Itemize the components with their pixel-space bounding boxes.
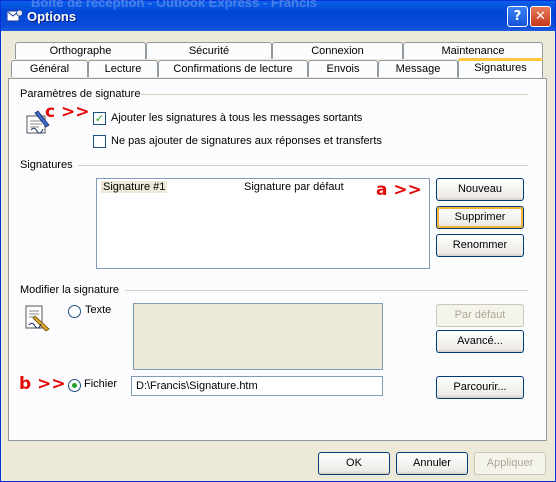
- tab-securite[interactable]: Sécurité: [146, 42, 272, 59]
- file-radio[interactable]: [68, 379, 81, 392]
- signatures-divider: [78, 165, 528, 166]
- default-button[interactable]: Par défaut: [436, 304, 524, 327]
- tab-maintenance[interactable]: Maintenance: [403, 42, 543, 59]
- signature-settings-group-label: Paramètres de signature: [20, 88, 141, 100]
- tab-connexion[interactable]: Connexion: [272, 42, 403, 59]
- cancel-button[interactable]: Annuler: [396, 452, 468, 475]
- no-signature-replies-label[interactable]: Ne pas ajouter de signatures aux réponse…: [111, 135, 382, 147]
- signatures-group-label: Signatures: [20, 159, 73, 171]
- tab-general[interactable]: Général: [11, 60, 88, 77]
- tab-message[interactable]: Message: [378, 60, 458, 77]
- outlook-express-icon: [7, 9, 23, 22]
- text-radio-label[interactable]: Texte: [85, 304, 111, 316]
- annotation-a: a >>: [376, 180, 422, 200]
- tab-envois[interactable]: Envois: [308, 60, 378, 77]
- rename-button[interactable]: Renommer: [436, 234, 524, 257]
- ok-button[interactable]: OK: [318, 452, 390, 475]
- signature-name: Signature #1: [101, 181, 168, 193]
- window-title: Options: [27, 9, 77, 24]
- edit-divider: [125, 290, 528, 291]
- add-signatures-all-checkbox[interactable]: ✓: [93, 112, 106, 125]
- signature-status: Signature par défaut: [244, 181, 344, 193]
- text-radio[interactable]: [68, 305, 81, 318]
- settings-divider: [141, 94, 528, 95]
- tab-lecture[interactable]: Lecture: [88, 60, 158, 77]
- options-dialog: Boîte de réception - Outlook Express - F…: [0, 0, 556, 482]
- add-signatures-all-label[interactable]: Ajouter les signatures à tous les messag…: [111, 112, 362, 124]
- annotation-c: c >>: [45, 102, 90, 122]
- help-button[interactable]: ?: [507, 6, 528, 27]
- list-item[interactable]: Signature #1 Signature par défaut: [101, 181, 344, 193]
- tab-orthographe[interactable]: Orthographe: [15, 42, 146, 59]
- tab-confirmations-de-lecture[interactable]: Confirmations de lecture: [158, 60, 308, 77]
- file-path-input[interactable]: D:\Francis\Signature.htm: [131, 376, 383, 396]
- no-signature-replies-checkbox[interactable]: [93, 135, 106, 148]
- edit-signature-group-label: Modifier la signature: [20, 284, 120, 296]
- title-bar[interactable]: Boîte de réception - Outlook Express - F…: [1, 0, 555, 31]
- tab-signatures[interactable]: Signatures: [458, 58, 543, 78]
- edit-signature-icon: [25, 305, 50, 332]
- file-radio-label[interactable]: Fichier: [84, 378, 117, 390]
- advanced-button[interactable]: Avancé...: [436, 330, 524, 353]
- close-button[interactable]: ✕: [530, 6, 551, 27]
- annotation-b: b >>: [19, 374, 66, 394]
- signature-text-area[interactable]: [133, 303, 383, 370]
- browse-button[interactable]: Parcourir...: [436, 376, 524, 399]
- delete-button[interactable]: Supprimer: [436, 206, 524, 229]
- new-button[interactable]: Nouveau: [436, 178, 524, 201]
- apply-button[interactable]: Appliquer: [474, 452, 546, 475]
